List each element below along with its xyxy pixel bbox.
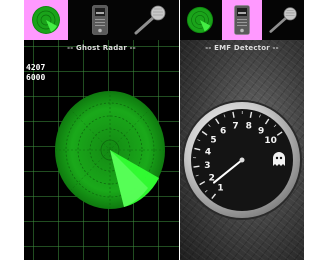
dial-label-7: 7: [232, 122, 238, 132]
dial-label-6: 6: [220, 126, 226, 136]
ghost-icon: [273, 152, 285, 166]
dial-label-3: 3: [204, 161, 210, 171]
dial-label-1: 1: [217, 184, 223, 194]
emf-gauge: 123456 7 8910: [182, 100, 302, 220]
dial-label-10: 10: [264, 136, 277, 146]
ghost-radar-screen: -- Ghost Radar -- 4207 6000: [24, 0, 179, 260]
radar-display: [55, 91, 165, 209]
dial-label-4: 4: [205, 148, 211, 158]
gauge-tick: [193, 165, 200, 168]
dial-label-8: 8: [246, 122, 252, 132]
dial-label-5: 5: [210, 136, 216, 146]
emf-detector-screen: -- EMF Detector -- 1 2 3 4 5 6 7 8 9 10: [180, 0, 304, 260]
gauge-hub: [239, 157, 245, 163]
dial-label-9: 9: [258, 127, 264, 137]
